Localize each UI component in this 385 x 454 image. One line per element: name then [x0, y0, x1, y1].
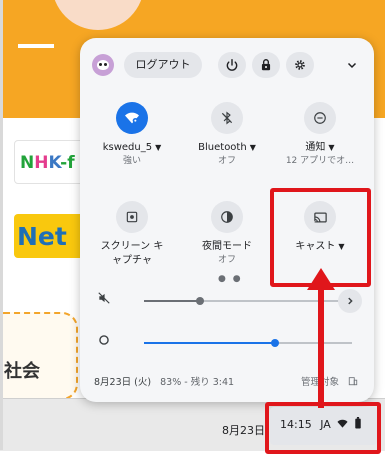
chevron-down-icon	[347, 62, 357, 69]
avatar-eye-left	[99, 63, 102, 66]
bluetooth-tile-label-row: Bluetooth ▼	[187, 141, 267, 155]
bluetooth-label: Bluetooth	[198, 142, 247, 153]
bluetooth-off-icon	[221, 111, 233, 125]
wifi-tile-label-row: kswedu_5 ▼	[92, 141, 172, 155]
bluetooth-status: オフ	[217, 156, 236, 166]
night-mode-label: 夜間モード	[202, 241, 252, 252]
screen-capture-tile[interactable]: スクリーン キ ャプチャ	[92, 201, 172, 268]
subject-card[interactable]	[0, 312, 78, 400]
avatar-eye-right	[104, 63, 107, 66]
tray-highlight-box	[265, 402, 381, 454]
bluetooth-toggle[interactable]	[211, 102, 243, 134]
volume-slider-fill	[144, 300, 201, 302]
screen-capture-icon	[126, 211, 138, 223]
annotation-arrow-icon	[307, 268, 335, 408]
decorative-bar	[18, 44, 54, 48]
enterprise-building-icon	[348, 377, 358, 386]
battery-status[interactable]: 83% - 残り 3:41	[160, 377, 234, 388]
screen-capture-label: スクリーン キ	[100, 241, 164, 252]
notifications-toggle[interactable]	[304, 102, 336, 134]
volume-mute-icon	[98, 292, 110, 304]
brightness-button	[94, 333, 114, 353]
night-mode-tile[interactable]: 夜間モード オフ	[187, 201, 267, 267]
screen-capture-label-line2: ャプチャ	[112, 255, 152, 266]
wifi-tile[interactable]: kswedu_5 ▼ 強い	[92, 102, 172, 168]
quick-settings-header: ログアウト	[80, 38, 374, 90]
notifications-tile-label-row: 通知 ▼	[280, 141, 360, 155]
power-button[interactable]	[218, 52, 246, 78]
do-not-disturb-icon	[314, 112, 326, 124]
brightness-slider-fill	[144, 342, 276, 344]
volume-slider-thumb[interactable]	[196, 297, 205, 305]
screen-capture-toggle[interactable]	[116, 201, 148, 233]
audio-settings-button[interactable]	[338, 289, 362, 313]
wifi-dropdown-icon[interactable]: ▼	[155, 143, 161, 152]
notifications-tile[interactable]: 通知 ▼ 12 アプリでオ…	[280, 102, 360, 168]
brightness-slider-thumb[interactable]	[271, 339, 280, 347]
night-light-icon	[221, 211, 233, 223]
settings-button[interactable]	[286, 52, 314, 78]
brightness-icon	[99, 335, 109, 345]
night-mode-toggle[interactable]	[211, 201, 243, 233]
collapse-button[interactable]	[340, 52, 364, 78]
page-dots[interactable]: ● ●	[218, 274, 243, 284]
bluetooth-tile[interactable]: Bluetooth ▼ オフ	[187, 102, 267, 168]
notifications-label: 通知	[305, 142, 326, 153]
night-mode-status: オフ	[217, 255, 236, 265]
window-frame	[0, 0, 3, 450]
chevron-right-icon	[348, 297, 353, 305]
notifications-status: 12 アプリでオ…	[285, 156, 355, 166]
panel-date[interactable]: 8月23日 (火)	[94, 377, 151, 388]
bluetooth-dropdown-icon[interactable]: ▼	[250, 143, 256, 152]
page-indicator: ● ●	[218, 274, 243, 284]
wifi-signal-status: 強い	[122, 156, 141, 166]
logout-button[interactable]: ログアウト	[124, 52, 202, 78]
penguin-avatar-icon[interactable]	[92, 54, 114, 76]
lock-icon	[261, 59, 271, 71]
wifi-toggle[interactable]	[116, 102, 148, 134]
avatar-face	[97, 60, 109, 70]
volume-mute-button[interactable]	[94, 291, 114, 311]
wifi-icon	[125, 112, 139, 124]
wifi-network-name: kswedu_5	[102, 142, 153, 153]
subject-label: 社会	[4, 361, 40, 382]
power-icon	[226, 59, 238, 71]
lock-button[interactable]	[252, 52, 280, 78]
notifications-dropdown-icon[interactable]: ▼	[328, 143, 334, 152]
gear-icon	[295, 60, 305, 70]
shelf-date[interactable]: 8月23日	[222, 422, 265, 438]
